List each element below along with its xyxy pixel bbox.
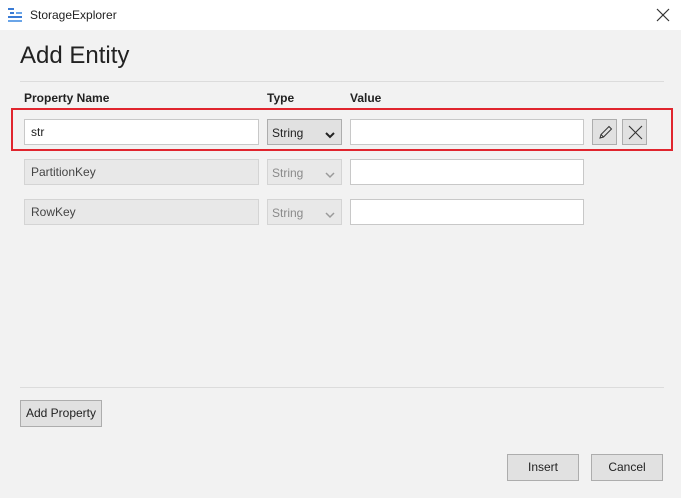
partition-key-value-input[interactable] bbox=[350, 159, 584, 185]
pencil-icon bbox=[599, 125, 613, 139]
cancel-button[interactable]: Cancel bbox=[591, 454, 663, 481]
partition-key-name-field bbox=[24, 159, 259, 185]
chevron-down-icon bbox=[325, 128, 335, 142]
delete-x-icon bbox=[628, 125, 643, 140]
row-key-name-field bbox=[24, 199, 259, 225]
row-key-type-select: String bbox=[267, 199, 342, 225]
window-close-button[interactable] bbox=[645, 0, 681, 30]
insert-button[interactable]: Insert bbox=[507, 454, 579, 481]
type-select[interactable]: String bbox=[267, 119, 342, 145]
row-key-value-input[interactable] bbox=[350, 199, 584, 225]
type-select-value: String bbox=[272, 126, 304, 140]
window-titlebar: StorageExplorer bbox=[0, 0, 681, 30]
edit-property-button[interactable] bbox=[592, 119, 617, 145]
chevron-down-icon bbox=[325, 208, 335, 222]
partition-key-type-select: String bbox=[267, 159, 342, 185]
column-header-value: Value bbox=[350, 91, 382, 105]
storage-explorer-icon bbox=[8, 8, 22, 22]
close-icon bbox=[656, 8, 670, 22]
divider bbox=[20, 387, 664, 388]
column-header-type: Type bbox=[267, 91, 295, 105]
page-title: Add Entity bbox=[20, 42, 130, 69]
delete-property-button[interactable] bbox=[622, 119, 647, 145]
column-header-property-name: Property Name bbox=[24, 91, 110, 105]
value-input[interactable] bbox=[350, 119, 584, 145]
property-name-input[interactable] bbox=[24, 119, 259, 145]
add-entity-dialog: Add Entity Property Name Type Value Stri… bbox=[0, 30, 681, 498]
chevron-down-icon bbox=[325, 168, 335, 182]
divider bbox=[20, 81, 664, 82]
type-select-value: String bbox=[272, 166, 304, 180]
add-property-button[interactable]: Add Property bbox=[20, 400, 102, 427]
window-title: StorageExplorer bbox=[30, 8, 117, 22]
type-select-value: String bbox=[272, 206, 304, 220]
